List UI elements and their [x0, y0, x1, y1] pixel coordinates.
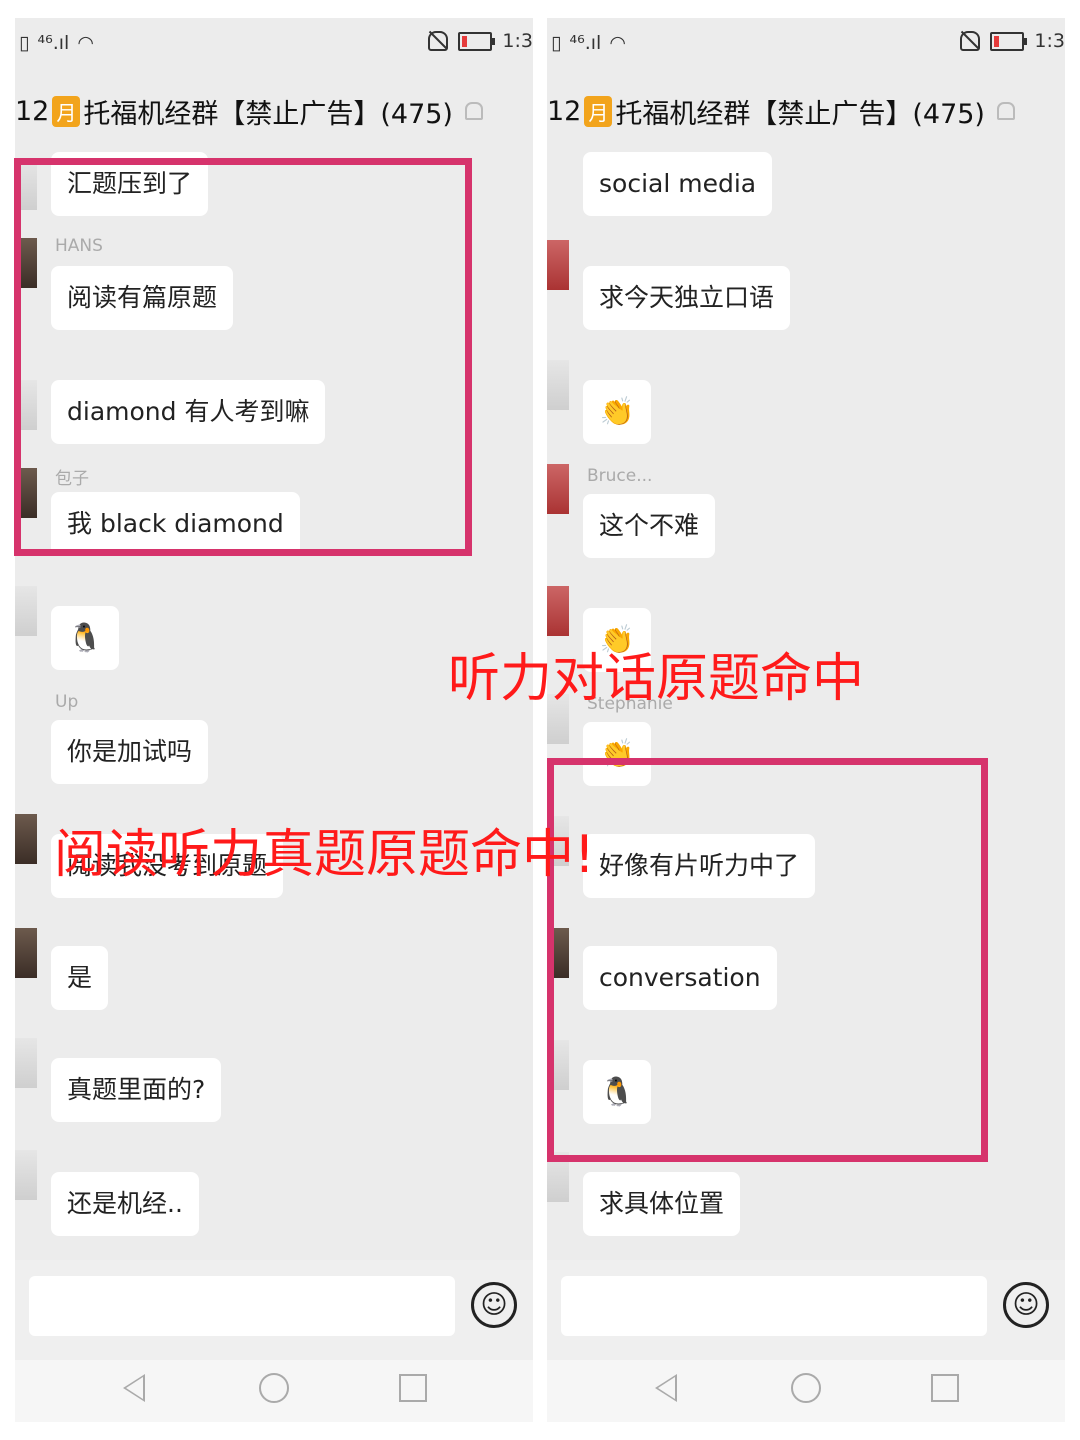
signal-icon: ⁴⁶.ıl [37, 32, 70, 54]
annotation-reading-listening: 阅读听力真题原题命中! [54, 825, 595, 885]
group-name: 托福机经群【禁止广告】(475) [615, 98, 985, 130]
sim-icon: ▯ [551, 32, 562, 54]
recents-icon[interactable] [931, 1374, 959, 1402]
wifi-icon: ◠ [77, 32, 94, 54]
group-title[interactable]: 12 月 托福机经群【禁止广告】(475) [15, 88, 533, 134]
avatar[interactable] [15, 586, 37, 636]
message-bubble[interactable]: 求今天独立口语 [583, 266, 791, 330]
message-input[interactable] [561, 1276, 987, 1336]
message-bubble[interactable]: 是 [51, 946, 109, 1010]
muted-icon [464, 102, 483, 120]
status-bar: ▯ ⁴⁶.ıl ◠ 1:3 [547, 18, 1065, 68]
message-bubble[interactable]: 你是加试吗 [51, 720, 209, 784]
highlight-frame-left [14, 158, 472, 556]
wifi-icon: ◠ [609, 32, 626, 54]
home-icon[interactable] [259, 1373, 289, 1403]
muted-icon [996, 102, 1015, 120]
avatar[interactable] [547, 240, 569, 290]
month-badge: 月 [584, 95, 613, 127]
emoji-button[interactable]: ☺ [1003, 1282, 1049, 1328]
clock: 1:3 [502, 30, 533, 52]
avatar[interactable] [15, 814, 37, 864]
avatar[interactable] [15, 1038, 37, 1088]
message-bubble[interactable]: social media [583, 152, 773, 216]
annotation-listening-dialog: 听力对话原题命中 [448, 649, 865, 709]
avatar[interactable] [547, 464, 569, 514]
message-bubble[interactable]: 求具体位置 [583, 1172, 741, 1236]
back-icon[interactable] [123, 1374, 145, 1402]
home-icon[interactable] [791, 1373, 821, 1403]
group-title[interactable]: 12 月 托福机经群【禁止广告】(475) [547, 88, 1065, 134]
message-bubble[interactable]: 还是机经.. [51, 1172, 199, 1236]
avatar[interactable] [547, 360, 569, 410]
penguin-emoji-icon[interactable]: 🐧 [51, 606, 119, 670]
clap-emoji-icon[interactable]: 👏 [583, 380, 651, 444]
month-badge: 月 [52, 95, 81, 127]
sender-name: Bruce... [587, 466, 653, 486]
avatar[interactable] [547, 586, 569, 636]
nav-bar [547, 1360, 1065, 1422]
recents-icon[interactable] [399, 1374, 427, 1402]
signal-icon: ⁴⁶.ıl [569, 32, 602, 54]
emoji-button[interactable]: ☺ [471, 1282, 517, 1328]
mute-bell-icon [960, 31, 981, 51]
sender-name: Up [55, 692, 79, 712]
sim-icon: ▯ [19, 32, 30, 54]
battery-icon [458, 31, 496, 51]
input-bar: ☺ [547, 1260, 1065, 1360]
highlight-frame-right [547, 758, 988, 1162]
message-bubble[interactable]: 真题里面的? [51, 1058, 222, 1122]
mute-bell-icon [428, 31, 449, 51]
message-bubble[interactable]: 这个不难 [583, 494, 716, 558]
avatar[interactable] [15, 928, 37, 978]
group-name: 托福机经群【禁止广告】(475) [83, 98, 453, 130]
message-input[interactable] [29, 1276, 455, 1336]
battery-icon [990, 31, 1028, 51]
status-bar: ▯ ⁴⁶.ıl ◠ 1:3 [15, 18, 533, 68]
avatar[interactable] [15, 1150, 37, 1200]
back-icon[interactable] [655, 1374, 677, 1402]
chat-screen-right: ▯ ⁴⁶.ıl ◠ 1:3 12 月 托福机经群【禁止广告】(475) soci… [547, 18, 1065, 1422]
nav-bar [15, 1360, 533, 1422]
input-bar: ☺ [15, 1260, 533, 1360]
clock: 1:3 [1034, 30, 1065, 52]
